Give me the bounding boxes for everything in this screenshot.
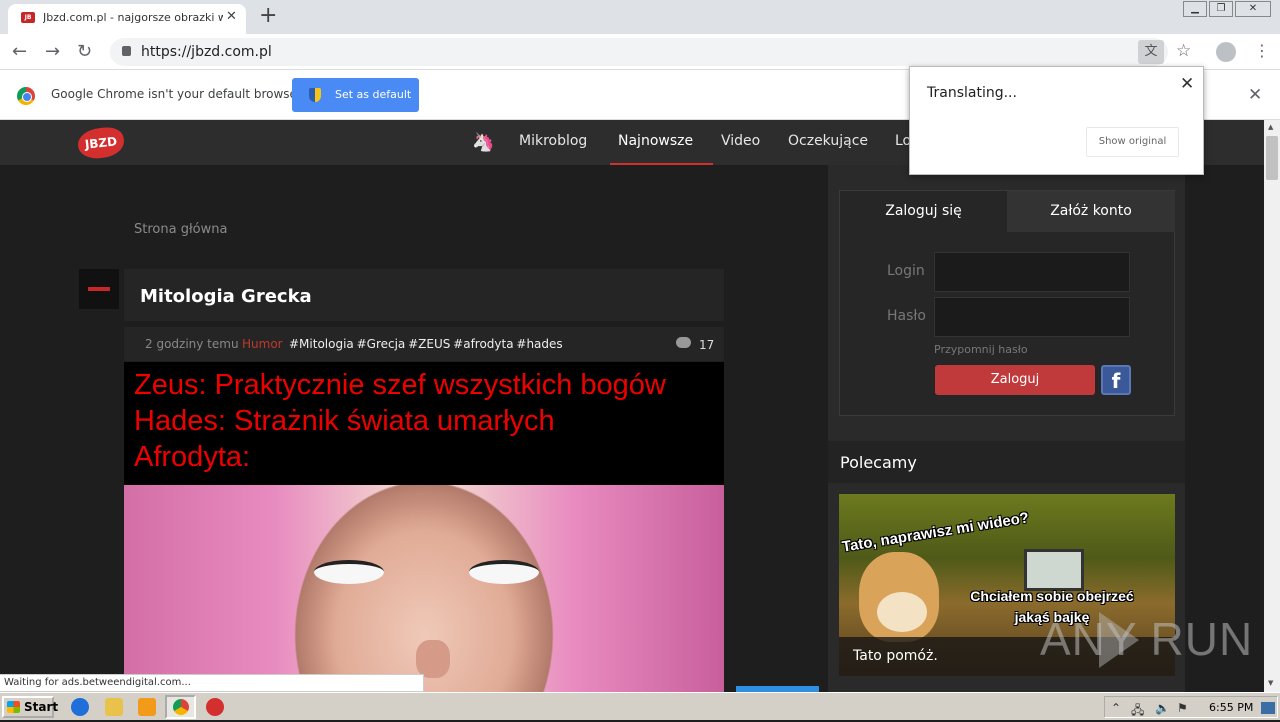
network-icon[interactable]: 🖧 bbox=[1131, 701, 1144, 722]
taskbar: Start ⌃ 🖧 🔈 ⚑ 6:55 PM bbox=[0, 692, 1280, 720]
tab-register[interactable]: Załóż konto bbox=[1007, 191, 1175, 232]
remind-password-link[interactable]: Przypomnij hasło bbox=[934, 343, 1028, 356]
browser-tab[interactable]: JB Jbzd.com.pl - najgorsze obrazki w int… bbox=[8, 4, 246, 34]
chrome-logo-icon bbox=[17, 87, 35, 105]
password-label: Hasło bbox=[887, 308, 926, 324]
scroll-down-icon[interactable]: ▼ bbox=[1268, 679, 1273, 687]
login-label: Login bbox=[887, 263, 925, 279]
facebook-login-icon[interactable]: f bbox=[1101, 365, 1131, 395]
address-bar[interactable]: https://jbzd.com.pl 文 ☆ bbox=[110, 38, 1191, 66]
translate-close-icon[interactable]: ✕ bbox=[1180, 74, 1194, 94]
taskbar-clock[interactable]: 6:55 PM bbox=[1209, 701, 1253, 714]
nav-video[interactable]: Video bbox=[721, 133, 760, 149]
windows-flag-icon bbox=[7, 701, 20, 713]
watermark-play-icon bbox=[1099, 612, 1139, 668]
infobar-close-icon[interactable]: ✕ bbox=[1248, 85, 1262, 105]
mikroblog-unicorn-icon[interactable]: 🦄 bbox=[472, 132, 494, 153]
anyrun-watermark: ANY RUN bbox=[1040, 613, 1254, 665]
tab-title: Jbzd.com.pl - najgorsze obrazki w intern… bbox=[43, 11, 223, 24]
chrome-taskbar-icon bbox=[173, 699, 189, 715]
taskbar-chrome-button[interactable] bbox=[165, 695, 196, 719]
eye-left bbox=[314, 560, 384, 584]
ie-icon[interactable] bbox=[71, 698, 89, 716]
comment-count[interactable]: 17 bbox=[699, 338, 714, 352]
meme-text-top: Tato, naprawisz mi wideo? bbox=[840, 509, 1031, 556]
translate-status: Translating... bbox=[927, 85, 1017, 101]
caption-line: Hades: Strażnik świata umarłych bbox=[134, 405, 555, 437]
translate-icon[interactable]: 文 bbox=[1138, 40, 1164, 64]
browser-toolbar: ← → ↻ https://jbzd.com.pl 文 ☆ ⋮ bbox=[0, 34, 1280, 70]
show-original-button[interactable]: Show original bbox=[1086, 127, 1179, 157]
set-default-button[interactable]: Set as default bbox=[292, 78, 419, 112]
lock-icon bbox=[122, 46, 131, 56]
nav-najnowsze[interactable]: Najnowsze bbox=[618, 133, 693, 149]
post-tags[interactable]: #Mitologia #Grecja #ZEUS #afrodyta #hade… bbox=[289, 337, 563, 351]
set-default-label: Set as default bbox=[335, 88, 412, 101]
forward-icon[interactable]: → bbox=[45, 41, 60, 63]
chrome-menu-icon[interactable]: ⋮ bbox=[1254, 42, 1270, 60]
recommended-header: Polecamy bbox=[828, 441, 1185, 483]
breadcrumb[interactable]: Strona główna bbox=[134, 222, 227, 237]
nav-oczekujace[interactable]: Oczekujące bbox=[788, 133, 868, 149]
card-caption: Tato pomóż. bbox=[853, 648, 938, 664]
post-title[interactable]: Mitologia Grecka bbox=[140, 286, 312, 307]
post-image-caption: Zeus: Praktycznie szef wszystkich bogów … bbox=[134, 367, 666, 475]
site-favicon-icon: JB bbox=[21, 12, 35, 23]
page-scrollbar[interactable]: ▲ ▼ bbox=[1264, 120, 1280, 692]
profile-avatar-icon[interactable] bbox=[1216, 42, 1236, 62]
tab-login[interactable]: Zaloguj się bbox=[840, 191, 1007, 232]
scroll-thumb[interactable] bbox=[1266, 136, 1278, 180]
security-app-icon[interactable] bbox=[206, 698, 224, 716]
tab-strip: JB Jbzd.com.pl - najgorsze obrazki w int… bbox=[0, 0, 1280, 34]
eye-right bbox=[469, 560, 539, 584]
author-avatar[interactable] bbox=[79, 269, 119, 309]
back-icon[interactable]: ← bbox=[12, 41, 27, 63]
elf-photo bbox=[124, 485, 724, 692]
start-label: Start bbox=[24, 700, 59, 714]
caption-line: Afrodyta: bbox=[134, 441, 251, 473]
comment-icon[interactable] bbox=[676, 337, 691, 348]
login-field[interactable] bbox=[934, 252, 1130, 292]
media-player-icon[interactable] bbox=[138, 698, 156, 716]
close-tab-icon[interactable]: ✕ bbox=[226, 9, 237, 24]
post-meta: 2 godziny temu Humor #Mitologia #Grecja … bbox=[124, 327, 724, 361]
tray-expand-icon[interactable]: ⌃ bbox=[1111, 701, 1121, 715]
action-center-flag-icon[interactable]: ⚑ bbox=[1177, 701, 1188, 715]
post-image[interactable]: Zeus: Praktycznie szef wszystkich bogów … bbox=[124, 362, 724, 692]
doge-image bbox=[859, 552, 939, 642]
show-desktop-icon[interactable] bbox=[1261, 702, 1275, 714]
scroll-up-icon[interactable]: ▲ bbox=[1268, 123, 1273, 131]
volume-icon[interactable]: 🔈 bbox=[1155, 701, 1170, 715]
recommended-title: Polecamy bbox=[840, 453, 917, 472]
login-button[interactable]: Zaloguj bbox=[935, 365, 1095, 395]
start-button[interactable]: Start bbox=[2, 696, 58, 718]
login-panel: Zaloguj się Załóż konto Login Hasło Przy… bbox=[839, 190, 1175, 416]
reload-icon[interactable]: ↻ bbox=[77, 41, 92, 63]
system-tray: ⌃ 🖧 🔈 ⚑ 6:55 PM bbox=[1104, 696, 1278, 718]
restore-window-button[interactable]: ❐ bbox=[1209, 1, 1233, 17]
new-tab-button[interactable]: + bbox=[259, 3, 277, 29]
infobar-message: Google Chrome isn't your default browser bbox=[51, 87, 302, 101]
nav-mikroblog[interactable]: Mikroblog bbox=[519, 133, 587, 149]
bookmark-star-icon[interactable]: ☆ bbox=[1176, 41, 1191, 61]
monitor-image bbox=[1024, 549, 1084, 591]
site-logo[interactable]: JBZD bbox=[76, 125, 126, 161]
url-text: https://jbzd.com.pl bbox=[141, 44, 272, 60]
nose bbox=[416, 640, 450, 678]
post-time: 2 godziny temu bbox=[145, 337, 239, 351]
status-bubble: Waiting for ads.betweendigital.com... bbox=[0, 674, 424, 692]
close-window-button[interactable]: ✕ bbox=[1235, 1, 1271, 17]
caption-line: Zeus: Praktycznie szef wszystkich bogów bbox=[134, 369, 666, 401]
minimize-window-button[interactable]: ▁ bbox=[1183, 1, 1207, 17]
post-category[interactable]: Humor bbox=[242, 337, 283, 351]
explorer-folder-icon[interactable] bbox=[105, 698, 123, 716]
post-header: Mitologia Grecka bbox=[124, 269, 724, 321]
password-field[interactable] bbox=[934, 297, 1130, 337]
uac-shield-icon bbox=[309, 88, 321, 102]
translate-popup: Translating... ✕ Show original bbox=[909, 66, 1204, 175]
